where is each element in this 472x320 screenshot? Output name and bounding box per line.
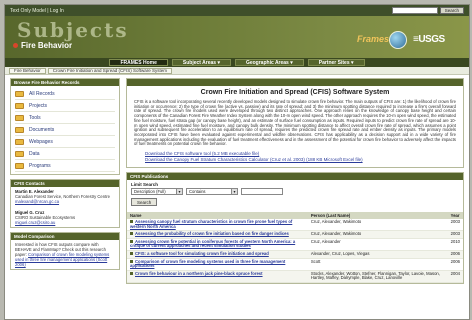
banner-watermark: Subjects <box>17 18 129 42</box>
publication-year: 2010 <box>447 238 463 252</box>
breadcrumb-fire-behavior[interactable]: Fire Behavior <box>9 67 46 74</box>
contact-email[interactable]: miguel.cruz@csiro.au <box>15 220 115 225</box>
breadcrumb: Fire Behavior Crown Fire Initiation and … <box>5 67 469 75</box>
sidebar-item-programs[interactable]: Programs <box>15 160 115 172</box>
folder-icon <box>15 90 24 97</box>
publications-panel-title: CFIS Publications <box>127 173 463 181</box>
sidebar-item-projects[interactable]: Projects <box>15 100 115 112</box>
publication-person: Cruz, Alexander, Wakimoto <box>307 230 448 239</box>
table-row: CFIS: a software tool for simulating cro… <box>127 250 463 259</box>
limit-search-input[interactable] <box>241 188 283 196</box>
folder-icon <box>15 162 24 169</box>
site-search-input[interactable] <box>391 7 438 14</box>
column-header-person[interactable]: Person (Last Name) <box>307 212 448 220</box>
publication-link[interactable]: Assessing canopy fuel stratum characteri… <box>130 219 292 229</box>
sidebar-item-documents[interactable]: Documents <box>15 124 115 136</box>
site-banner: Subjects Fire Behavior Frames ≡USGS <box>5 16 469 58</box>
comparison-text: Interested in how CFIS outputs compare w… <box>15 242 110 267</box>
bullet-icon <box>130 271 133 275</box>
publication-year: 2006 <box>447 258 463 271</box>
publication-link[interactable]: Crown fire behaviour in a northern jack … <box>135 271 263 276</box>
publication-year: 2006 <box>447 250 463 259</box>
folder-icon <box>15 150 24 157</box>
publication-year: 2004 <box>447 270 463 283</box>
search-button[interactable]: Search <box>131 198 158 207</box>
publications-table: Name Person (Last Name) Year Assessing c… <box>127 212 463 283</box>
utility-bar: Text Only Model | Log In Search <box>5 5 469 16</box>
publication-person: Cruz, Alexander <box>307 238 448 252</box>
comparison-panel: Model Comparison Interested in how CFIS … <box>10 232 120 270</box>
folder-icon <box>15 126 24 133</box>
column-header-name[interactable]: Name <box>127 212 308 220</box>
contact-card: Miguel G. Cruz CSIRO Sustainable Ecosyst… <box>11 208 119 227</box>
publication-link[interactable]: Assessing crown fire potential in conife… <box>130 239 295 249</box>
field-select[interactable]: Description (Full) ▾ <box>131 188 183 196</box>
globe-icon <box>389 31 407 49</box>
description-text: CFIS is a software tool incorporating se… <box>134 99 457 147</box>
comparison-panel-title: Model Comparison <box>11 233 119 240</box>
limit-search-label: Limit Search <box>131 182 159 188</box>
description-panel-header <box>127 79 463 86</box>
bullet-icon <box>130 259 133 263</box>
bullet-icon <box>130 252 133 255</box>
publication-person: Cruz, Alexander, Wakimoto <box>307 219 448 232</box>
records-panel: Browse Fire Behavior Records All Records… <box>10 78 120 175</box>
folder-icon <box>15 102 24 109</box>
records-panel-title: Browse Fire Behavior Records <box>11 79 119 86</box>
download-calculator-link[interactable]: Download the Canopy Fuel Stratum Charact… <box>145 157 445 163</box>
table-row: Assessing canopy fuel stratum characteri… <box>127 219 463 232</box>
fire-icon <box>13 43 18 48</box>
table-row: Assessing crown fire potential in conife… <box>127 238 463 252</box>
chevron-down-icon: ▾ <box>176 189 182 195</box>
publication-person: Stocks, Alexander, Wotton, Stefner, Flan… <box>307 270 448 283</box>
table-row: Crown fire behaviour in a northern jack … <box>127 270 463 283</box>
publication-year: 2003 <box>447 219 463 232</box>
table-row: Assessing the probability of crown fire … <box>127 230 463 239</box>
section-title: Fire Behavior <box>21 41 73 50</box>
sidebar-item-data[interactable]: Data <box>15 148 115 160</box>
contacts-panel: CFIS Contacts Martin E. Alexander Canadi… <box>10 179 120 228</box>
folder-icon <box>15 138 24 145</box>
folder-icon <box>15 114 24 121</box>
sidebar-item-tools[interactable]: Tools <box>15 112 115 124</box>
nav-home[interactable]: FRAMES Home <box>109 59 168 66</box>
nav-partner-sites[interactable]: Partner Sites ▾ <box>307 59 365 66</box>
publication-person: Scott <box>307 258 448 271</box>
chevron-down-icon: ▾ <box>231 189 237 195</box>
publication-year: 2003 <box>447 230 463 239</box>
comparison-link[interactable]: Comparison of crown fire modeling system… <box>15 252 109 267</box>
sidebar: Browse Fire Behavior Records All Records… <box>10 78 120 274</box>
limit-search: Limit Search Description (Full) ▾ Contai… <box>127 180 463 208</box>
description-panel: Crown Fire Initiation and Spread (CFIS) … <box>126 78 464 169</box>
table-row: Comparison of crown fire modeling system… <box>127 258 463 271</box>
breadcrumb-current[interactable]: Crown Fire Initiation and Spread (CFIS) … <box>47 67 173 74</box>
nav-subject-areas[interactable]: Subject Areas ▾ <box>171 59 231 66</box>
sidebar-item-all-records[interactable]: All Records <box>15 88 115 100</box>
utility-links[interactable]: Text Only Model | Log In <box>10 8 392 14</box>
contacts-panel-title: CFIS Contacts <box>11 180 119 187</box>
bullet-icon <box>130 239 133 243</box>
bullet-icon <box>130 232 133 236</box>
contact-email[interactable]: malexand@nrcan.gc.ca <box>15 199 115 204</box>
site-search-button[interactable]: Search <box>439 7 464 14</box>
publication-link[interactable]: CFIS: a software tool for simulating cro… <box>135 251 269 256</box>
publications-panel: CFIS Publications Limit Search Descripti… <box>126 172 464 284</box>
main-content: Crown Fire Initiation and Spread (CFIS) … <box>126 78 464 284</box>
page-title: Crown Fire Initiation and Spread (CFIS) … <box>200 89 390 96</box>
publication-person: Alexander, Cruz, Lopes, Viegas <box>307 250 448 259</box>
nav-geographic-areas[interactable]: Geographic Areas ▾ <box>234 59 304 66</box>
frames-logo[interactable]: Frames <box>357 34 389 44</box>
download-links: Download the CFIS software tool (5.2 MB … <box>127 147 463 167</box>
sidebar-item-webpages[interactable]: Webpages <box>15 136 115 148</box>
column-header-year[interactable]: Year <box>447 212 463 220</box>
bullet-icon <box>130 220 133 224</box>
publication-link[interactable]: Comparison of crown fire modeling system… <box>130 259 285 269</box>
publication-link[interactable]: Assessing the probability of crown fire … <box>135 231 289 236</box>
main-nav: FRAMES Home Subject Areas ▾ Geographic A… <box>5 58 469 67</box>
usgs-logo[interactable]: ≡USGS <box>413 34 445 45</box>
contact-card: Martin E. Alexander Canadian Forest Serv… <box>11 187 119 206</box>
operator-select[interactable]: Contains ▾ <box>186 188 238 196</box>
